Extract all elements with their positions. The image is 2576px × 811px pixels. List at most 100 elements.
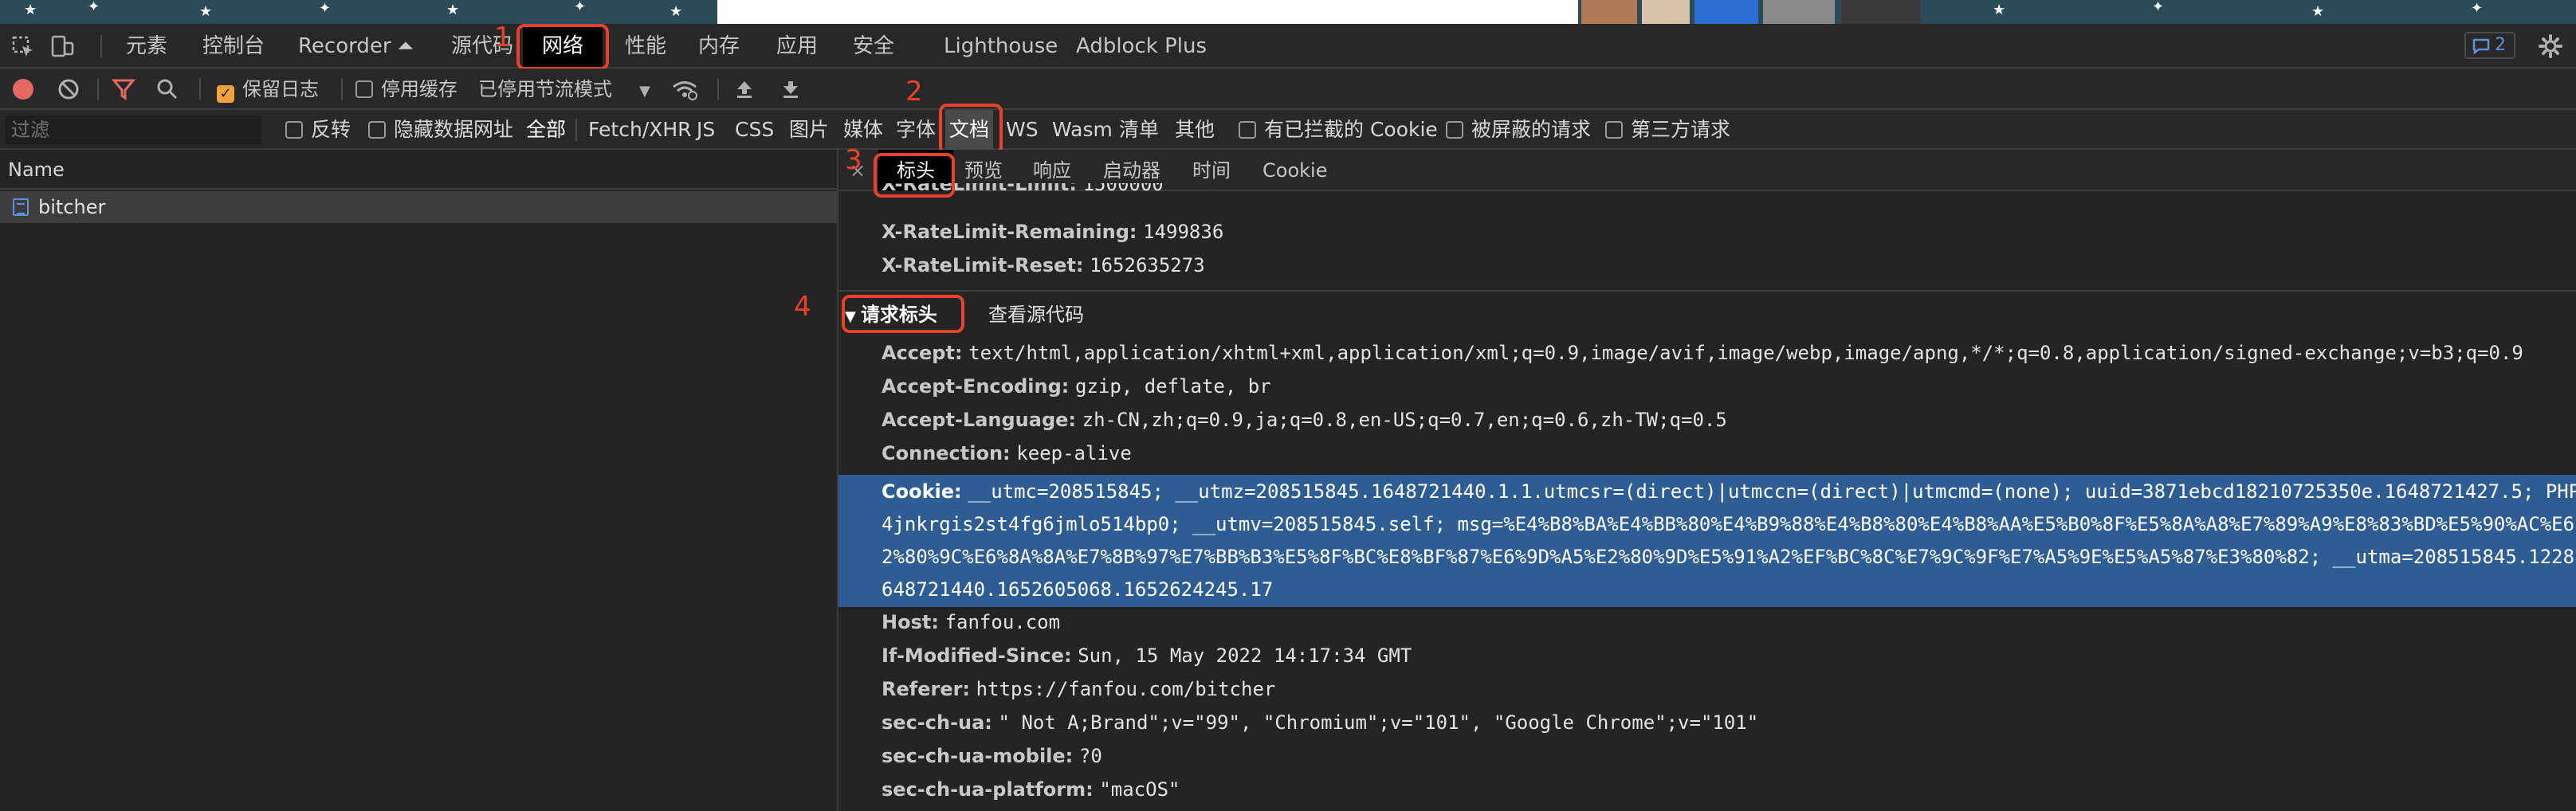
annotation-box-2 [939,104,1003,155]
blocked-requests-label: 被屏蔽的请求 [1471,118,1592,141]
star-decoration: ★ [199,3,213,20]
blocked-cookies-checkbox[interactable]: 有已拦截的 Cookie [1239,110,1438,150]
tab-memory[interactable]: 内存 [698,24,740,69]
filter-type-js[interactable]: JS [697,110,715,150]
cookie-line: Cookie: __utmc=208515845; __utmz=2085158… [882,475,2576,508]
thumbnail-image [1694,0,1758,24]
tab-cookies[interactable]: Cookie [1262,150,1327,191]
filter-type-manifest[interactable]: 清单 [1119,110,1159,150]
header-key: sec-ch-ua: [882,711,992,734]
star-decoration: ★ [446,2,460,18]
tab-performance[interactable]: 性能 [625,24,666,69]
inspect-element-icon[interactable] [11,35,35,59]
thumbnail-image [1642,0,1690,24]
view-source-link[interactable]: 查看源代码 [988,295,1084,335]
devtools-tab-bar: 元素 控制台 Recorder ⏶ 源代码 网络 性能 内存 应用 安全 Lig… [0,24,2576,69]
tab-lighthouse[interactable]: Lighthouse [944,24,1058,69]
cookie-line: 4jnkrgis2st4fg6jmlo514bp0; __utmv=208515… [882,507,2574,541]
filter-input[interactable] [5,116,261,144]
divider [199,78,201,100]
hide-data-urls-checkbox[interactable]: 隐藏数据网址 [368,110,513,150]
page-background-strip: ★ ✦ ★ ✦ ★ ✦ ★ ★ ✦ ★ ✦ [0,0,2576,24]
throttling-select[interactable]: 已停用节流模式 ▼ [478,69,650,110]
annotation-box-3 [874,153,955,198]
header-key: Accept-Encoding: [882,375,1070,398]
star-decoration: ✦ [2471,0,2484,17]
tab-adblock-plus[interactable]: Adblock Plus [1076,24,1207,69]
request-header-row: Accept-Encoding: gzip, deflate, br [882,370,1271,403]
disable-cache-label: 停用缓存 [381,78,457,100]
filter-type-all[interactable]: 全部 [526,110,566,150]
tab-elements[interactable]: 元素 [126,24,167,69]
filter-type-ws[interactable]: WS [1006,110,1039,150]
header-value: 648721440.1652605068.1652624245.17 [882,578,1274,601]
request-detail-panel: × 标头 预览 响应 启动器 时间 Cookie X-RateLimit-Lim… [838,150,2576,811]
header-value: zh-CN,zh;q=0.9,ja;q=0.8,en-US;q=0.7,en;q… [1082,409,1727,431]
issues-button[interactable]: 2 [2464,32,2515,59]
header-value: "macOS" [1099,778,1180,801]
header-key: X-RateLimit-Remaining: [882,221,1137,243]
thumbnail-image [1763,0,1835,24]
clear-icon[interactable] [57,78,80,100]
header-key: X-RateLimit-Reset: [882,254,1084,276]
tab-console[interactable]: 控制台 [202,24,265,69]
filter-type-css[interactable]: CSS [735,110,774,150]
name-column-header[interactable]: Name [0,150,837,190]
tab-recorder[interactable]: Recorder ⏶ [298,24,414,69]
disable-cache-checkbox[interactable]: 停用缓存 [355,69,457,110]
request-name: bitcher [38,196,106,218]
annotation-label-4: 4 [794,291,811,323]
invert-checkbox[interactable]: 反转 [285,110,351,150]
checkbox-icon [285,121,303,139]
header-value: " Not A;Brand";v="99", "Chromium";v="101… [998,711,1759,734]
gear-icon[interactable] [2538,33,2563,59]
header-key: Accept: [882,342,963,364]
divider [838,290,2576,292]
divider [100,35,102,57]
checkmark-icon: ✓ [217,85,234,103]
divider [341,78,343,100]
preserve-log-checkbox[interactable]: ✓ 保留日志 [217,69,319,110]
preserve-log-label: 保留日志 [242,78,319,100]
request-header-row: If-Modified-Since: Sun, 15 May 2022 14:1… [882,639,1412,672]
header-value: 1652635273 [1090,254,1205,276]
filter-icon[interactable] [112,78,135,100]
blocked-requests-checkbox[interactable]: 被屏蔽的请求 [1446,110,1591,150]
divider [717,78,719,100]
tab-timing[interactable]: 时间 [1192,150,1231,191]
filter-type-other[interactable]: 其他 [1175,110,1215,150]
annotation-box-4 [842,295,964,333]
header-value: __utmc=208515845; __utmz=208515845.16487… [968,480,2576,503]
response-header-row: X-RateLimit-Remaining: 1499836 [882,215,1223,249]
checkbox-icon [1605,121,1623,139]
request-header-row: sec-ch-ua-platform: "macOS" [882,773,1180,806]
record-button[interactable] [13,79,33,100]
request-row[interactable]: bitcher [0,191,837,223]
third-party-checkbox[interactable]: 第三方请求 [1605,110,1730,150]
device-toolbar-icon[interactable] [49,33,75,59]
third-party-label: 第三方请求 [1631,118,1731,141]
cookie-line: 648721440.1652605068.1652624245.17 [882,573,1273,606]
header-key: If-Modified-Since: [882,644,1072,667]
tab-application[interactable]: 应用 [776,24,818,69]
export-har-icon[interactable] [779,78,802,100]
tab-security[interactable]: 安全 [853,24,894,69]
filter-type-fetch-xhr[interactable]: Fetch/XHR [588,110,692,150]
checkbox-icon [368,121,386,139]
star-decoration: ★ [1993,2,2006,18]
filter-type-font[interactable]: 字体 [896,110,936,150]
message-icon [2472,38,2490,54]
response-header-row: X-RateLimit-Reset: 1652635273 [882,249,1205,282]
divider [97,78,99,100]
cookie-header-row-selected[interactable]: Cookie: __utmc=208515845; __utmz=2085158… [838,475,2576,607]
import-har-icon[interactable] [733,78,756,100]
header-value: text/html,application/xhtml+xml,applicat… [968,342,2523,364]
filter-type-img[interactable]: 图片 [789,110,829,150]
filter-type-wasm[interactable]: Wasm [1052,110,1113,150]
checkbox-icon [355,80,373,98]
network-conditions-icon[interactable] [671,78,698,100]
header-value: 1499836 [1143,221,1224,243]
search-icon[interactable] [156,78,179,100]
header-value: Sun, 15 May 2022 14:17:34 GMT [1078,644,1412,667]
star-decoration: ✦ [319,0,332,17]
